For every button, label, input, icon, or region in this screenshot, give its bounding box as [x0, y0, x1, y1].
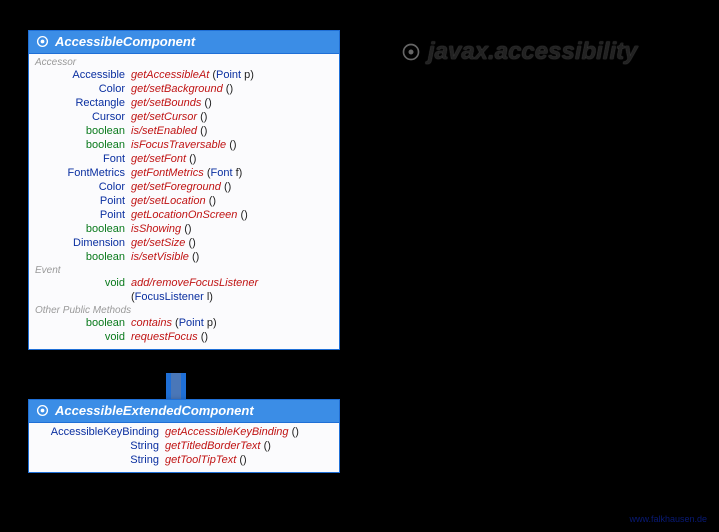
- method-signature: getAccessibleAt (Point p): [131, 68, 333, 82]
- method-signature: get/setLocation (): [131, 194, 333, 208]
- method-row: Fontget/setFont (): [29, 152, 339, 166]
- method-signature: get/setBounds (): [131, 96, 333, 110]
- interface-icon: [400, 41, 422, 63]
- section-label: Event: [29, 264, 339, 276]
- method-signature: getLocationOnScreen (): [131, 208, 333, 222]
- class-header: AccessibleExtendedComponent: [29, 400, 339, 423]
- method-row: StringgetToolTipText (): [29, 453, 339, 467]
- method-signature: add/removeFocusListener (FocusListener l…: [131, 276, 333, 304]
- method-row: Colorget/setForeground (): [29, 180, 339, 194]
- method-signature: getToolTipText (): [165, 453, 333, 467]
- method-row: voidrequestFocus (): [29, 330, 339, 344]
- method-signature: get/setCursor (): [131, 110, 333, 124]
- return-type: boolean: [35, 316, 131, 330]
- method-row: booleanisFocusTraversable (): [29, 138, 339, 152]
- method-row: booleanis/setVisible (): [29, 250, 339, 264]
- return-type: Dimension: [35, 236, 131, 250]
- method-row: voidadd/removeFocusListener (FocusListen…: [29, 276, 339, 304]
- method-row: booleancontains (Point p): [29, 316, 339, 330]
- return-type: boolean: [35, 222, 131, 236]
- method-signature: is/setEnabled (): [131, 124, 333, 138]
- class-body: AccessibleKeyBindinggetAccessibleKeyBind…: [29, 423, 339, 472]
- package-title: javax.accessibility: [400, 38, 637, 66]
- class-name: AccessibleComponent: [55, 34, 195, 49]
- method-row: Dimensionget/setSize (): [29, 236, 339, 250]
- interface-icon: [35, 35, 49, 49]
- method-row: booleanisShowing (): [29, 222, 339, 236]
- method-signature: contains (Point p): [131, 316, 333, 330]
- interface-icon: [35, 404, 49, 418]
- return-type: Color: [35, 82, 131, 96]
- return-type: boolean: [35, 250, 131, 264]
- method-signature: requestFocus (): [131, 330, 333, 344]
- return-type: FontMetrics: [35, 166, 131, 180]
- method-row: FontMetricsgetFontMetrics (Font f): [29, 166, 339, 180]
- return-type: Point: [35, 208, 131, 222]
- method-row: Cursorget/setCursor (): [29, 110, 339, 124]
- method-signature: getFontMetrics (Font f): [131, 166, 333, 180]
- method-signature: get/setBackground (): [131, 82, 333, 96]
- method-signature: is/setVisible (): [131, 250, 333, 264]
- return-type: void: [35, 330, 131, 344]
- method-row: AccessibleKeyBindinggetAccessibleKeyBind…: [29, 425, 339, 439]
- method-signature: isShowing (): [131, 222, 333, 236]
- method-row: Rectangleget/setBounds (): [29, 96, 339, 110]
- watermark: www.falkhausen.de: [629, 514, 707, 524]
- method-signature: get/setForeground (): [131, 180, 333, 194]
- return-type: boolean: [35, 138, 131, 152]
- return-type: AccessibleKeyBinding: [35, 425, 165, 439]
- method-row: StringgetTitledBorderText (): [29, 439, 339, 453]
- method-row: AccessiblegetAccessibleAt (Point p): [29, 68, 339, 82]
- return-type: Rectangle: [35, 96, 131, 110]
- method-signature: getTitledBorderText (): [165, 439, 333, 453]
- package-title-text: javax.accessibility: [428, 38, 637, 66]
- method-row: Colorget/setBackground (): [29, 82, 339, 96]
- class-box-accessible-component: AccessibleComponent AccessorAccessiblege…: [28, 30, 340, 350]
- class-body: AccessorAccessiblegetAccessibleAt (Point…: [29, 54, 339, 349]
- return-type: boolean: [35, 124, 131, 138]
- inheritance-connector: [166, 373, 186, 399]
- class-name: AccessibleExtendedComponent: [55, 403, 254, 418]
- return-type: Accessible: [35, 68, 131, 82]
- section-label: Other Public Methods: [29, 304, 339, 316]
- class-header: AccessibleComponent: [29, 31, 339, 54]
- method-signature: get/setFont (): [131, 152, 333, 166]
- return-type: Color: [35, 180, 131, 194]
- method-signature: get/setSize (): [131, 236, 333, 250]
- method-signature: getAccessibleKeyBinding (): [165, 425, 333, 439]
- return-type: void: [35, 276, 131, 290]
- return-type: String: [35, 453, 165, 467]
- return-type: String: [35, 439, 165, 453]
- return-type: Font: [35, 152, 131, 166]
- method-signature: isFocusTraversable (): [131, 138, 333, 152]
- section-label: Accessor: [29, 56, 339, 68]
- method-row: PointgetLocationOnScreen (): [29, 208, 339, 222]
- return-type: Cursor: [35, 110, 131, 124]
- method-row: booleanis/setEnabled (): [29, 124, 339, 138]
- method-row: Pointget/setLocation (): [29, 194, 339, 208]
- class-box-accessible-extended-component: AccessibleExtendedComponent AccessibleKe…: [28, 399, 340, 473]
- return-type: Point: [35, 194, 131, 208]
